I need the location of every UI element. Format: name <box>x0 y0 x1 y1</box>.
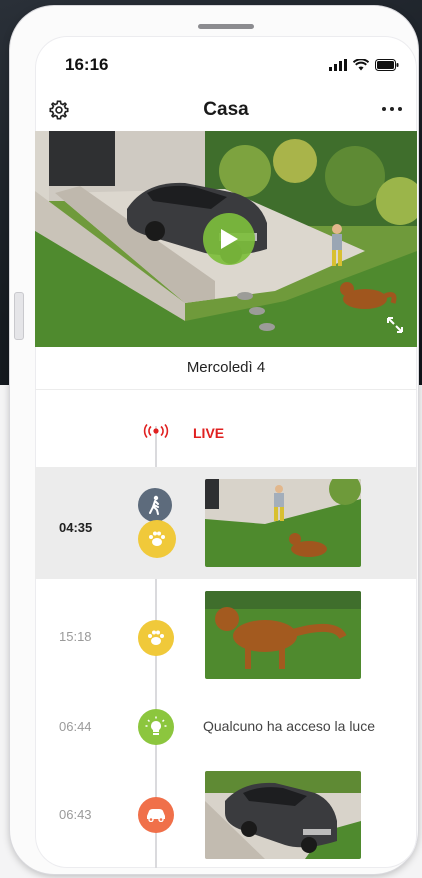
paw-glyph <box>148 630 164 645</box>
play-icon <box>221 229 238 249</box>
light-bulb-glyph <box>145 716 167 735</box>
paw-glyph <box>149 531 165 546</box>
thumbnail-dog-image <box>205 591 361 679</box>
status-bar: 16:16 <box>35 36 417 92</box>
status-icons <box>329 58 399 72</box>
event-time: 15:18 <box>59 629 92 644</box>
date-header: Mercoledì 4 <box>35 347 417 390</box>
wifi-icon <box>353 59 369 71</box>
paw-icon <box>138 620 174 656</box>
event-time: 06:44 <box>59 719 92 734</box>
phone-speaker-grabber <box>198 24 254 29</box>
paw-icon <box>138 520 176 558</box>
phone-side-button <box>14 292 24 340</box>
person-walking-glyph <box>149 495 159 515</box>
light-bulb-icon <box>138 709 174 745</box>
event-time: 06:43 <box>59 807 92 822</box>
page-title: Casa <box>203 99 249 120</box>
phone-frame: 16:16 Casa Mercoledì 4 LIVE 04:35 15:18 … <box>10 6 418 874</box>
more-options-icon[interactable] <box>379 102 405 116</box>
event-thumbnail[interactable] <box>205 771 361 859</box>
play-button[interactable] <box>203 213 255 265</box>
event-caption: Qualcuno ha acceso la luce <box>203 718 375 734</box>
car-icon <box>138 797 174 833</box>
thumbnail-child-dog-image <box>205 479 361 567</box>
battery-icon <box>375 59 399 71</box>
app-screen: 16:16 Casa Mercoledì 4 LIVE 04:35 15:18 … <box>35 36 417 868</box>
date-label: Mercoledì 4 <box>186 359 266 376</box>
thumbnail-car-image <box>205 771 361 859</box>
fullscreen-expand-icon[interactable] <box>385 315 405 335</box>
camera-video-player[interactable] <box>35 131 417 347</box>
event-thumbnail[interactable] <box>205 479 361 567</box>
car-glyph <box>147 809 165 822</box>
nav-bar: Casa <box>35 94 417 130</box>
status-time: 16:16 <box>65 55 109 74</box>
signal-icon <box>329 59 347 71</box>
event-thumbnail[interactable] <box>205 591 361 679</box>
event-time: 04:35 <box>59 520 93 535</box>
live-label[interactable]: LIVE <box>193 425 224 441</box>
person-walking-icon <box>138 488 172 522</box>
live-broadcast-icon <box>143 424 169 438</box>
